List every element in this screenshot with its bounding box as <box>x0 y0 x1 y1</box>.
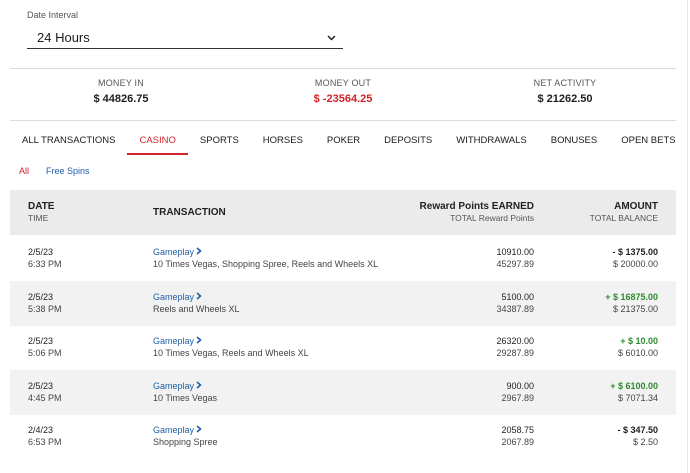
row-total-reward-points: 2967.89 <box>501 393 534 403</box>
date-interval-select[interactable]: 24 Hours <box>27 27 343 49</box>
chevron-down-icon <box>327 33 337 43</box>
money-in-label: MONEY IN <box>98 78 144 88</box>
money-out: MONEY OUT $ -23564.25 <box>232 78 454 112</box>
gameplay-link[interactable]: Gameplay <box>153 336 202 346</box>
table-row: 2/5/23 5:06 PM Gameplay 10 Times Vegas, Ree… <box>10 325 676 370</box>
tab-sports[interactable]: SPORTS <box>188 131 251 155</box>
transaction-tabs: ALL TRANSACTIONS CASINO SPORTS HORSES PO… <box>10 131 688 155</box>
tab-bonuses[interactable]: BONUSES <box>539 131 609 155</box>
money-out-value: $ -23564.25 <box>313 93 373 105</box>
gameplay-link[interactable]: Gameplay <box>153 425 202 435</box>
row-reward-points: 900.00 <box>506 381 534 391</box>
header-total-reward-points: TOTAL Reward Points <box>450 213 534 223</box>
chevron-right-icon <box>196 381 202 391</box>
chevron-right-icon <box>196 336 202 346</box>
money-in-value: $ 44826.75 <box>93 93 149 105</box>
table-row: 2/4/23 6:53 PM Gameplay Shopping Spree 2058.… <box>10 414 676 459</box>
row-games: 10 Times Vegas <box>153 393 218 403</box>
row-total-reward-points: 2067.89 <box>501 437 534 447</box>
money-in: MONEY IN $ 44826.75 <box>10 78 232 112</box>
row-balance: $ 6010.00 <box>617 348 658 358</box>
table-header: DATE TIME TRANSACTION Reward Points EARN… <box>10 190 676 235</box>
net-activity: NET ACTIVITY $ 21262.50 <box>454 78 676 112</box>
row-amount: + $ 16875.00 <box>605 292 658 302</box>
table-row: 2/5/23 6:33 PM Gameplay 10 Times Vegas, Sho… <box>10 236 676 281</box>
subfilters: All Free Spins <box>19 166 90 176</box>
chevron-right-icon <box>196 425 202 435</box>
summary-bar: MONEY IN $ 44826.75 MONEY OUT $ -23564.2… <box>10 78 676 112</box>
row-date: 2/5/23 <box>28 292 54 302</box>
chevron-right-icon <box>196 247 202 257</box>
gameplay-label: Gameplay <box>153 247 195 257</box>
row-amount: + $ 6100.00 <box>610 381 658 391</box>
tab-horses[interactable]: HORSES <box>251 131 315 155</box>
date-interval-value: 24 Hours <box>37 30 90 45</box>
tab-all-transactions[interactable]: ALL TRANSACTIONS <box>10 131 127 155</box>
row-reward-points: 26320.00 <box>496 336 534 346</box>
header-total-balance: TOTAL BALANCE <box>589 213 658 223</box>
right-border <box>687 0 688 473</box>
row-date: 2/5/23 <box>28 381 54 391</box>
header-transaction: TRANSACTION <box>153 207 226 218</box>
date-interval-label: Date Interval <box>27 10 79 20</box>
row-time: 6:33 PM <box>28 259 62 269</box>
header-date: DATE <box>28 201 55 212</box>
gameplay-label: Gameplay <box>153 425 195 435</box>
row-total-reward-points: 45297.89 <box>496 259 534 269</box>
row-reward-points: 5100.00 <box>501 292 534 302</box>
row-games: Reels and Wheels XL <box>153 304 240 314</box>
gameplay-label: Gameplay <box>153 336 195 346</box>
gameplay-label: Gameplay <box>153 381 195 391</box>
row-balance: $ 21375.00 <box>612 304 658 314</box>
net-activity-label: NET ACTIVITY <box>533 78 597 88</box>
row-time: 5:06 PM <box>28 348 62 358</box>
header-amount: AMOUNT <box>614 201 658 212</box>
row-games: Shopping Spree <box>153 437 218 447</box>
date-interval: Date Interval 24 Hours <box>27 10 343 49</box>
row-date: 2/5/23 <box>28 336 54 346</box>
money-out-label: MONEY OUT <box>314 78 372 88</box>
row-time: 6:53 PM <box>28 437 62 447</box>
row-games: 10 Times Vegas, Shopping Spree, Reels an… <box>153 259 379 269</box>
table-row: 2/5/23 4:45 PM Gameplay 10 Times Vegas 900.0… <box>10 370 676 415</box>
row-reward-points: 10910.00 <box>496 247 534 257</box>
tab-casino[interactable]: CASINO <box>127 131 188 155</box>
row-amount: - $ 1375.00 <box>612 247 658 257</box>
gameplay-link[interactable]: Gameplay <box>153 381 202 391</box>
row-reward-points: 2058.75 <box>501 425 534 435</box>
row-balance: $ 20000.00 <box>612 259 658 269</box>
row-games: 10 Times Vegas, Reels and Wheels XL <box>153 348 309 358</box>
tab-open-bets[interactable]: OPEN BETS <box>609 131 687 155</box>
tab-deposits[interactable]: DEPOSITS <box>372 131 444 155</box>
row-time: 4:45 PM <box>28 393 62 403</box>
row-balance: $ 7071.34 <box>617 393 658 403</box>
header-time: TIME <box>28 213 49 223</box>
divider-top <box>10 68 676 69</box>
row-total-reward-points: 34387.89 <box>496 304 534 314</box>
row-date: 2/5/23 <box>28 247 54 257</box>
filter-free-spins[interactable]: Free Spins <box>46 166 90 176</box>
row-balance: $ 2.50 <box>632 437 658 447</box>
row-amount: - $ 347.50 <box>617 425 658 435</box>
divider-summary <box>10 120 676 121</box>
row-time: 5:38 PM <box>28 304 62 314</box>
tab-withdrawals[interactable]: WITHDRAWALS <box>444 131 539 155</box>
header-reward-points: Reward Points EARNED <box>419 201 534 212</box>
table-row: 2/5/23 5:38 PM Gameplay Reels and Wheels XL… <box>10 281 676 326</box>
chevron-right-icon <box>196 292 202 302</box>
gameplay-link[interactable]: Gameplay <box>153 292 202 302</box>
row-date: 2/4/23 <box>28 425 54 435</box>
gameplay-link[interactable]: Gameplay <box>153 247 202 257</box>
filter-all[interactable]: All <box>19 166 29 176</box>
row-total-reward-points: 29287.89 <box>496 348 534 358</box>
row-amount: + $ 10.00 <box>620 336 658 346</box>
net-activity-value: $ 21262.50 <box>537 93 593 105</box>
gameplay-label: Gameplay <box>153 292 195 302</box>
tab-poker[interactable]: POKER <box>315 131 372 155</box>
